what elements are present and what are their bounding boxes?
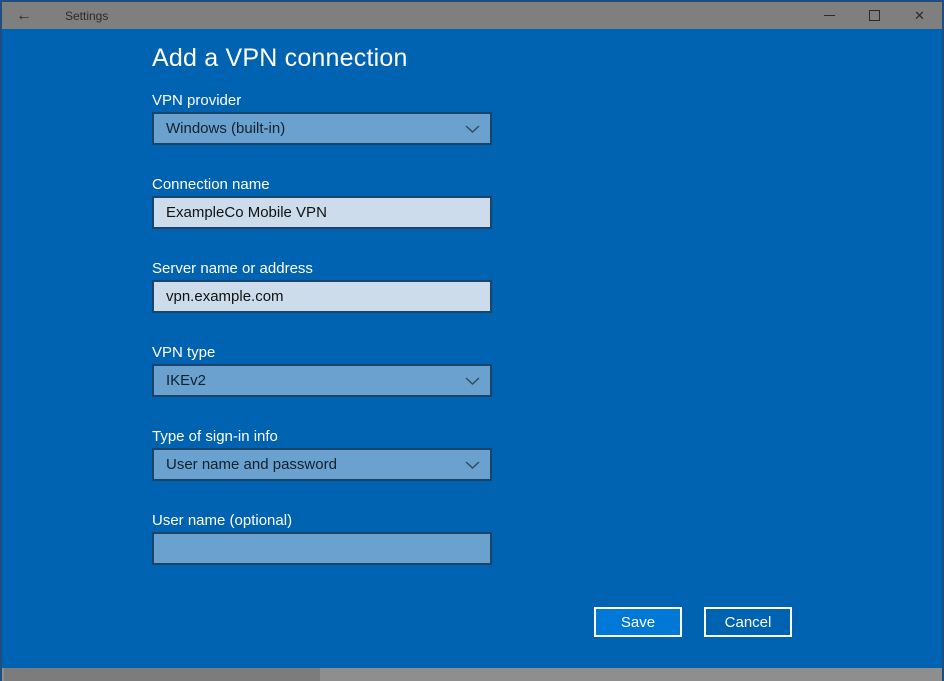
- maximize-icon: [869, 10, 880, 21]
- user-name-input[interactable]: [152, 532, 492, 565]
- vpn-form: Add a VPN connection VPN provider Window…: [2, 29, 942, 565]
- dialog-buttons: Save Cancel: [594, 607, 792, 637]
- vpn-provider-label: VPN provider: [152, 91, 942, 111]
- vpn-provider-value: Windows (built-in): [166, 120, 285, 137]
- chevron-down-icon: [465, 377, 480, 385]
- connection-name-label: Connection name: [152, 175, 942, 195]
- titlebar-title: Settings: [65, 9, 108, 23]
- close-icon: ✕: [914, 9, 925, 22]
- user-name-label: User name (optional): [152, 511, 942, 531]
- back-button[interactable]: ←: [2, 2, 46, 29]
- close-button[interactable]: ✕: [897, 2, 942, 29]
- field-group-server-name: Server name or address: [152, 259, 942, 313]
- connection-name-input[interactable]: [152, 196, 492, 229]
- maximize-button[interactable]: [852, 2, 897, 29]
- vpn-type-value: IKEv2: [166, 372, 206, 389]
- horizontal-scrollbar-thumb[interactable]: [4, 668, 320, 681]
- vpn-provider-dropdown[interactable]: Windows (built-in): [152, 112, 492, 145]
- horizontal-scrollbar[interactable]: [2, 668, 942, 681]
- server-name-input[interactable]: [152, 280, 492, 313]
- back-arrow-icon: ←: [16, 8, 32, 24]
- chevron-down-icon: [465, 461, 480, 469]
- server-name-label: Server name or address: [152, 259, 942, 279]
- save-button[interactable]: Save: [594, 607, 682, 637]
- field-group-vpn-type: VPN type IKEv2: [152, 343, 942, 397]
- field-group-sign-in-type: Type of sign-in info User name and passw…: [152, 427, 942, 481]
- sign-in-type-dropdown[interactable]: User name and password: [152, 448, 492, 481]
- field-group-vpn-provider: VPN provider Windows (built-in): [152, 91, 942, 145]
- cancel-button[interactable]: Cancel: [704, 607, 792, 637]
- settings-window: ← Settings ✕ Add a VPN connection VPN pr…: [0, 0, 944, 681]
- minimize-button[interactable]: [807, 2, 852, 29]
- field-group-connection-name: Connection name: [152, 175, 942, 229]
- chevron-down-icon: [465, 125, 480, 133]
- sign-in-type-value: User name and password: [166, 456, 337, 473]
- vpn-type-label: VPN type: [152, 343, 942, 363]
- field-group-user-name: User name (optional): [152, 511, 942, 565]
- minimize-icon: [824, 15, 835, 16]
- page-title: Add a VPN connection: [152, 44, 942, 73]
- titlebar: ← Settings ✕: [2, 2, 942, 29]
- vpn-type-dropdown[interactable]: IKEv2: [152, 364, 492, 397]
- sign-in-type-label: Type of sign-in info: [152, 427, 942, 447]
- caption-buttons: ✕: [807, 2, 942, 29]
